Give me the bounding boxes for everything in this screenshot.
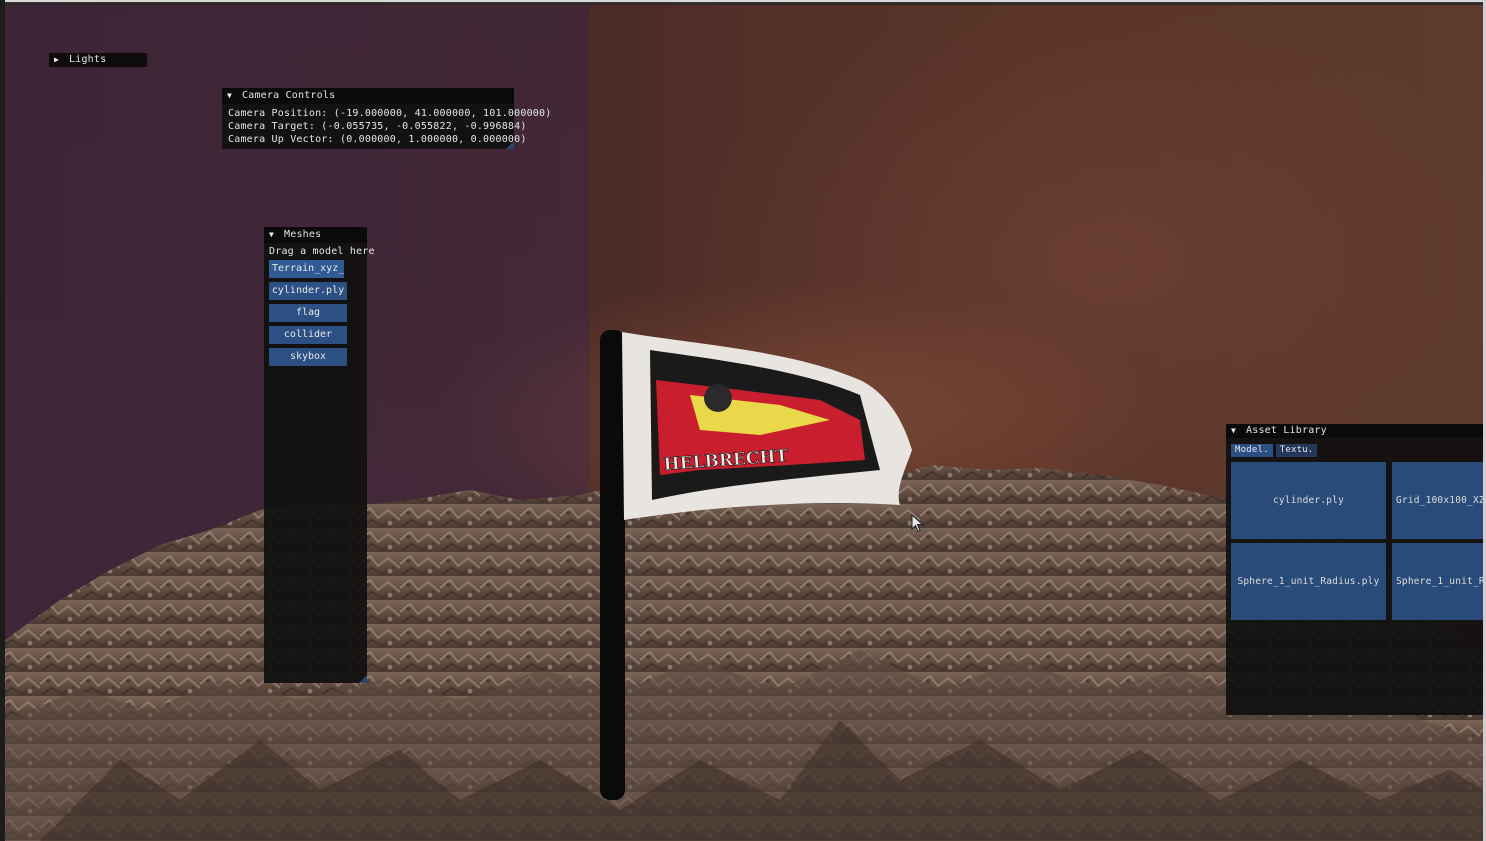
flag-cloth xyxy=(622,332,912,520)
mesh-button-terrain[interactable]: Terrain_xyz_n_ xyxy=(269,260,344,278)
meshes-window[interactable]: ▼ Meshes Drag a model here Terrain_xyz_n… xyxy=(264,227,375,683)
asset-tile[interactable]: Grid_100x100_XZ_p xyxy=(1392,462,1483,539)
mesh-button-cylinder[interactable]: cylinder.ply xyxy=(269,282,347,300)
resize-grip-icon[interactable] xyxy=(506,141,514,149)
tab-models[interactable]: Model. xyxy=(1231,444,1273,457)
collapse-arrow-icon[interactable]: ▼ xyxy=(1231,424,1240,438)
expand-arrow-icon[interactable]: ▶ xyxy=(54,53,63,67)
lights-window[interactable]: ▶ Lights xyxy=(49,53,147,67)
camera-controls-window[interactable]: ▼ Camera Controls Camera Position: (-19.… xyxy=(222,88,552,149)
flag-pole xyxy=(600,330,625,800)
window-left-border xyxy=(0,0,5,841)
camera-position-text: Camera Position: (-19.000000, 41.000000,… xyxy=(228,108,552,119)
camera-up-vector-text: Camera Up Vector: (0.000000, 1.000000, 0… xyxy=(228,134,527,145)
mesh-button-flag[interactable]: flag xyxy=(269,304,347,322)
asset-tile-label: Sphere_1_unit_Rad xyxy=(1396,576,1483,587)
asset-library-window[interactable]: ▼ Asset Library Model. Textu. cylinder.pl… xyxy=(1226,424,1483,715)
asset-tile[interactable]: cylinder.ply xyxy=(1231,462,1386,539)
asset-library-title: Asset Library xyxy=(1246,425,1327,436)
lights-title-bar[interactable]: ▶ Lights xyxy=(49,53,147,67)
meshes-title-bar[interactable]: ▼ Meshes xyxy=(264,227,367,243)
asset-tile[interactable]: Sphere_1_unit_Rad xyxy=(1392,543,1483,620)
resize-grip-icon[interactable] xyxy=(359,675,367,683)
tab-textures[interactable]: Textu. xyxy=(1275,444,1318,457)
asset-tile-label: cylinder.ply xyxy=(1272,495,1345,506)
lights-title: Lights xyxy=(69,54,107,65)
collapse-arrow-icon[interactable]: ▼ xyxy=(227,88,236,104)
mesh-button-skybox[interactable]: skybox xyxy=(269,348,347,366)
meshes-title: Meshes xyxy=(284,229,322,240)
drop-target-hint[interactable]: Drag a model here xyxy=(264,243,375,260)
camera-controls-title: Camera Controls xyxy=(242,90,336,101)
mesh-button-collider[interactable]: collider xyxy=(269,326,347,344)
asset-tile-label: Sphere_1_unit_Radius.ply xyxy=(1237,576,1380,587)
3d-viewport[interactable]: HELBRECHT ▶ Lights ▼ Camera Controls Cam… xyxy=(0,0,1486,841)
window-top-border xyxy=(0,0,1486,5)
asset-library-title-bar[interactable]: ▼ Asset Library xyxy=(1226,424,1483,438)
asset-tile-label: Grid_100x100_XZ_p xyxy=(1396,495,1483,506)
asset-tile[interactable]: Sphere_1_unit_Radius.ply xyxy=(1231,543,1386,620)
mouse-cursor-icon xyxy=(911,514,924,533)
collapse-arrow-icon[interactable]: ▼ xyxy=(269,227,278,243)
asset-library-tab-bar: Model. Textu. xyxy=(1226,438,1483,458)
camera-controls-title-bar[interactable]: ▼ Camera Controls xyxy=(222,88,514,104)
camera-target-text: Camera Target: (-0.055735, -0.055822, -0… xyxy=(228,121,527,132)
